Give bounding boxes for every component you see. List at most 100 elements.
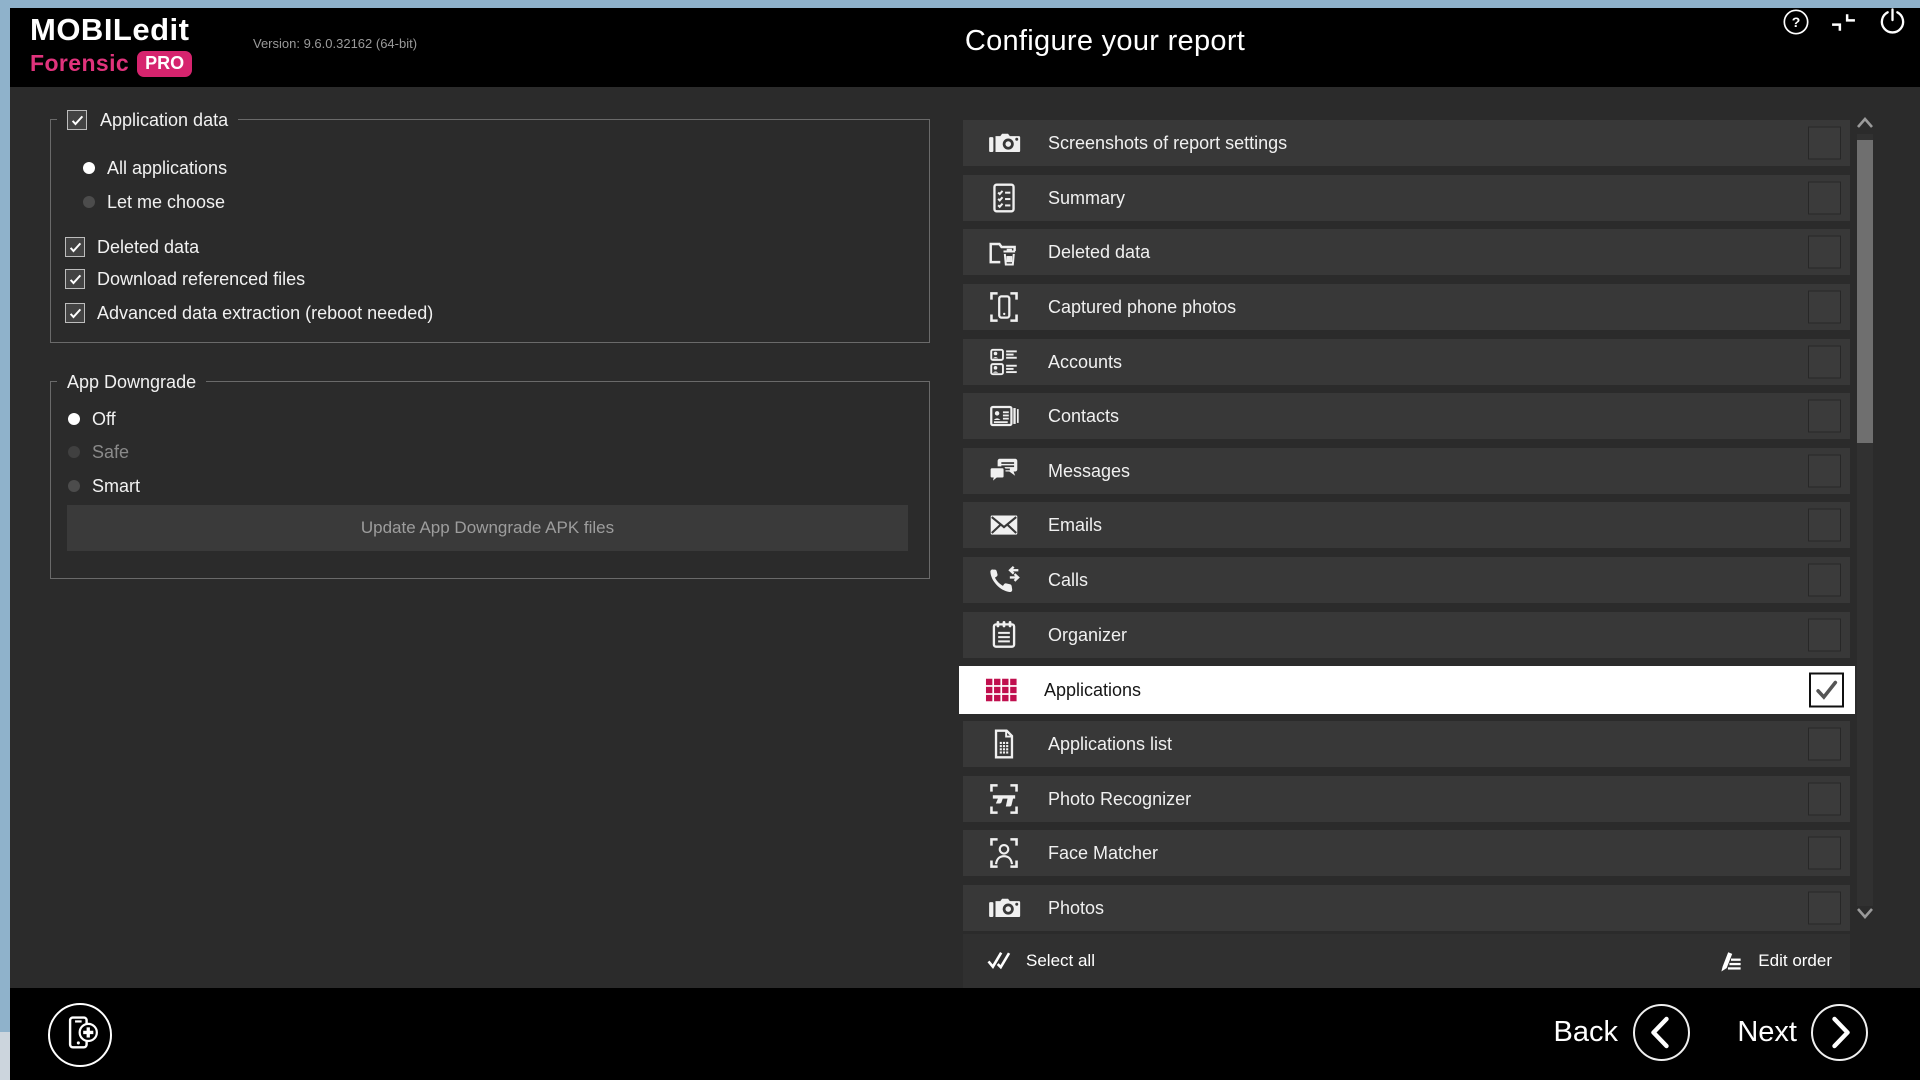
application-data-label: Application data <box>100 110 228 131</box>
scrollbar-up-icon[interactable] <box>1856 115 1874 130</box>
radio-dot <box>68 446 80 458</box>
scrollbar-thumb[interactable] <box>1857 140 1873 443</box>
select-all-button[interactable]: Select all <box>985 947 1095 975</box>
edit-order-button[interactable]: Edit order <box>1717 947 1832 975</box>
report-item-label: Photos <box>1048 898 1104 919</box>
contacts-icon <box>987 399 1021 433</box>
report-item-label: Calls <box>1048 570 1088 591</box>
report-item-checkbox[interactable] <box>1808 892 1841 925</box>
back-label[interactable]: Back <box>1523 1016 1618 1049</box>
window-frame-top <box>0 0 1920 8</box>
report-item-checkbox[interactable] <box>1808 728 1841 761</box>
app-logo-forensic: Forensic <box>30 50 129 77</box>
report-item-accounts[interactable]: Accounts <box>963 339 1850 385</box>
report-item-label: Screenshots of report settings <box>1048 133 1287 154</box>
report-item-label: Applications <box>1044 680 1141 701</box>
report-item-calls[interactable]: Calls <box>963 557 1850 603</box>
report-item-checkbox[interactable] <box>1808 509 1841 542</box>
double-check-icon <box>985 947 1013 975</box>
update-app-downgrade-button[interactable]: Update App Downgrade APK files <box>67 505 908 551</box>
report-item-screenshots-of-report-settings[interactable]: Screenshots of report settings <box>963 120 1850 166</box>
application-data-checkbox[interactable] <box>67 110 87 130</box>
power-icon[interactable] <box>1878 7 1907 36</box>
radio-all-applications[interactable]: All applications <box>83 156 227 180</box>
report-item-contacts[interactable]: Contacts <box>963 393 1850 439</box>
report-item-deleted-data[interactable]: Deleted data <box>963 229 1850 275</box>
radio-smart[interactable]: Smart <box>68 474 140 498</box>
messages-icon <box>987 454 1021 488</box>
report-item-checkbox[interactable] <box>1808 182 1841 215</box>
report-item-emails[interactable]: Emails <box>963 502 1850 548</box>
report-item-label: Emails <box>1048 515 1102 536</box>
app-grid-icon <box>983 673 1017 707</box>
doc-grid-icon <box>987 727 1021 761</box>
report-item-checkbox[interactable] <box>1808 455 1841 488</box>
app-logo-title: MOBILedit <box>30 12 190 48</box>
report-item-label: Applications list <box>1048 734 1172 755</box>
pro-badge: PRO <box>137 51 192 77</box>
radio-off[interactable]: Off <box>68 407 116 431</box>
report-item-captured-phone-photos[interactable]: Captured phone photos <box>963 284 1850 330</box>
help-icon[interactable]: ? <box>1782 8 1810 36</box>
app-downgrade-group: App Downgrade Off Safe Smart Update App … <box>50 381 930 579</box>
report-item-checkbox[interactable] <box>1808 291 1841 324</box>
report-item-checkbox[interactable] <box>1808 564 1841 597</box>
report-item-label: Face Matcher <box>1048 843 1158 864</box>
camera-icon <box>987 126 1021 160</box>
report-item-checkbox[interactable] <box>1809 673 1844 708</box>
report-item-label: Organizer <box>1048 625 1127 646</box>
report-item-label: Messages <box>1048 461 1130 482</box>
report-item-label: Captured phone photos <box>1048 297 1236 318</box>
report-item-checkbox[interactable] <box>1808 837 1841 870</box>
face-capture-icon <box>987 836 1021 870</box>
add-phone-button[interactable] <box>48 1003 112 1067</box>
report-item-applications[interactable]: Applications <box>959 666 1855 714</box>
scrollbar-down-icon[interactable] <box>1856 906 1874 921</box>
radio-safe[interactable]: Safe <box>68 440 129 464</box>
summary-icon <box>987 181 1021 215</box>
report-item-messages[interactable]: Messages <box>963 448 1850 494</box>
next-label[interactable]: Next <box>1680 1016 1797 1049</box>
report-item-photos[interactable]: Photos <box>963 885 1850 931</box>
radio-dot <box>68 413 80 425</box>
report-item-checkbox[interactable] <box>1808 400 1841 433</box>
report-item-checkbox[interactable] <box>1808 783 1841 816</box>
svg-text:?: ? <box>1792 14 1801 30</box>
checkbox-advanced-data-extraction[interactable]: Advanced data extraction (reboot needed) <box>65 301 433 325</box>
gun-capture-icon <box>987 782 1021 816</box>
report-item-label: Summary <box>1048 188 1125 209</box>
checkbox-deleted-data[interactable]: Deleted data <box>65 235 199 259</box>
report-item-checkbox[interactable] <box>1808 619 1841 652</box>
report-item-label: Contacts <box>1048 406 1119 427</box>
report-item-checkbox[interactable] <box>1808 127 1841 160</box>
report-item-label: Photo Recognizer <box>1048 789 1191 810</box>
app-downgrade-label: App Downgrade <box>67 372 196 393</box>
folder-trash-icon <box>987 235 1021 269</box>
calls-icon <box>987 563 1021 597</box>
report-item-label: Accounts <box>1048 352 1122 373</box>
report-item-organizer[interactable]: Organizer <box>963 612 1850 658</box>
radio-dot <box>83 196 95 208</box>
report-item-label: Deleted data <box>1048 242 1150 263</box>
version-text: Version: 9.6.0.32162 (64-bit) <box>253 36 417 51</box>
organizer-icon <box>987 618 1021 652</box>
report-item-applications-list[interactable]: Applications list <box>963 721 1850 767</box>
dock-window-icon[interactable] <box>1830 11 1857 34</box>
report-item-face-matcher[interactable]: Face Matcher <box>963 830 1850 876</box>
phone-plus-icon <box>58 1011 102 1060</box>
window-frame-left-bottom <box>0 1032 10 1080</box>
next-button[interactable] <box>1810 1003 1869 1062</box>
report-item-summary[interactable]: Summary <box>963 175 1850 221</box>
phone-capture-icon <box>987 290 1021 324</box>
camera-icon <box>987 891 1021 925</box>
checkbox-download-referenced-files[interactable]: Download referenced files <box>65 267 305 291</box>
report-item-checkbox[interactable] <box>1808 346 1841 379</box>
radio-dot <box>83 162 95 174</box>
edit-pencil-icon <box>1717 947 1745 975</box>
envelope-icon <box>987 508 1021 542</box>
application-data-group: Application data All applications Let me… <box>50 119 930 343</box>
list-footer-bar: Select all Edit order <box>963 934 1850 988</box>
report-item-photo-recognizer[interactable]: Photo Recognizer <box>963 776 1850 822</box>
radio-let-me-choose[interactable]: Let me choose <box>83 190 225 214</box>
report-item-checkbox[interactable] <box>1808 236 1841 269</box>
